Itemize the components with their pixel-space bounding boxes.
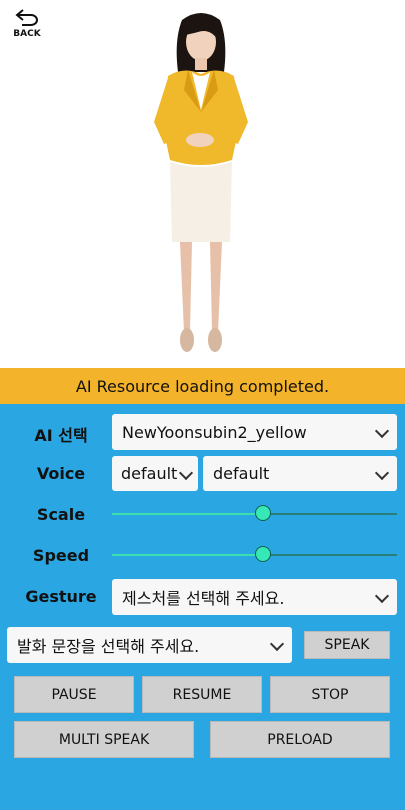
speed-slider-fill xyxy=(112,554,264,556)
pause-button[interactable]: PAUSE xyxy=(14,676,134,713)
multi-speak-button-label: MULTI SPEAK xyxy=(58,731,150,748)
preload-button[interactable]: PRELOAD xyxy=(210,721,390,758)
control-panel: AI 선택 NewYoonsubin2_yellow Voice default… xyxy=(0,404,405,810)
back-label: BACK xyxy=(13,29,41,39)
ai-select-dropdown[interactable]: NewYoonsubin2_yellow xyxy=(112,414,397,450)
voice-label: Voice xyxy=(36,464,86,483)
voice-language-value: default xyxy=(121,464,178,483)
voice-type-dropdown[interactable]: default xyxy=(203,456,397,491)
multi-speak-button[interactable]: MULTI SPEAK xyxy=(14,721,194,758)
status-message: AI Resource loading completed. xyxy=(75,376,330,396)
scale-slider-handle[interactable] xyxy=(255,505,272,521)
speak-button-label: SPEAK xyxy=(324,637,370,653)
chevron-down-icon xyxy=(374,423,390,439)
gesture-dropdown[interactable]: 제스처를 선택해 주세요. xyxy=(112,579,397,615)
scale-slider-fill xyxy=(112,513,264,515)
chevron-down-icon xyxy=(374,588,390,604)
stop-button-label: STOP xyxy=(311,686,349,703)
status-banner: AI Resource loading completed. xyxy=(0,368,405,404)
gesture-value: 제스처를 선택해 주세요. xyxy=(122,589,285,608)
pause-button-label: PAUSE xyxy=(51,686,97,703)
back-arrow-icon xyxy=(15,9,38,26)
scale-slider[interactable] xyxy=(112,504,397,524)
chevron-down-icon xyxy=(269,636,285,652)
speed-slider-handle[interactable] xyxy=(255,546,272,562)
scale-label: Scale xyxy=(36,505,86,524)
stop-button[interactable]: STOP xyxy=(270,676,390,713)
ai-select-label: AI 선택 xyxy=(34,426,88,445)
voice-type-value: default xyxy=(213,464,270,483)
resume-button-label: RESUME xyxy=(172,686,232,703)
chevron-down-icon xyxy=(374,465,390,480)
gesture-label: Gesture xyxy=(25,587,97,606)
speech-sentence-dropdown[interactable]: 발화 문장을 선택해 주세요. xyxy=(7,627,292,663)
chevron-down-icon xyxy=(178,465,194,480)
preload-button-label: PRELOAD xyxy=(267,731,333,748)
voice-language-dropdown[interactable]: default xyxy=(112,456,198,491)
avatar-view: BACK xyxy=(0,0,405,368)
resume-button[interactable]: RESUME xyxy=(142,676,262,713)
back-button[interactable]: BACK xyxy=(10,8,44,42)
speak-button[interactable]: SPEAK xyxy=(304,631,390,659)
ai-select-value: NewYoonsubin2_yellow xyxy=(122,422,307,442)
ai-avatar-figure xyxy=(140,10,262,360)
speed-label: Speed xyxy=(32,546,90,565)
speech-sentence-value: 발화 문장을 선택해 주세요. xyxy=(17,637,200,656)
speed-slider[interactable] xyxy=(112,545,397,565)
